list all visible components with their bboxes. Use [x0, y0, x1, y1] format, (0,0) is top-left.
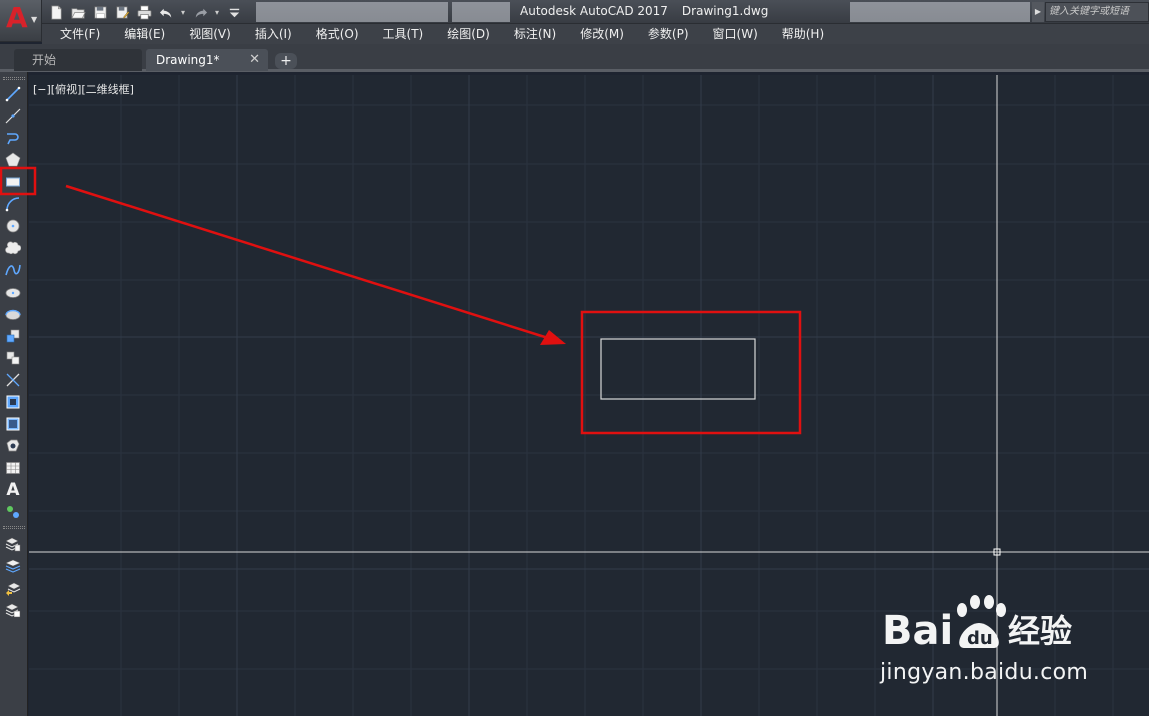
- window-title: Autodesk AutoCAD 2017 Drawing1.dwg: [520, 4, 768, 18]
- menu-parametric[interactable]: 参数(P): [636, 24, 701, 44]
- chevron-down-icon: ▼: [31, 15, 38, 24]
- toolbar-grip[interactable]: [3, 526, 25, 529]
- layer-previous-icon[interactable]: [3, 578, 23, 598]
- add-selected-icon[interactable]: [3, 502, 23, 522]
- quick-access-toolbar: ▾ ▾: [46, 2, 244, 22]
- table-icon[interactable]: [3, 458, 23, 478]
- insert-block-icon[interactable]: [3, 326, 23, 346]
- file-tab-strip: 开始 Drawing1* ✕ +: [0, 44, 1149, 72]
- menu-dimension[interactable]: 标注(N): [502, 24, 568, 44]
- customize-icon[interactable]: [224, 2, 244, 22]
- blurred-browser-tab: [452, 2, 510, 22]
- circle-icon[interactable]: [3, 216, 23, 236]
- watermark-url: jingyan.baidu.com: [880, 660, 1089, 685]
- hatch-icon[interactable]: [3, 392, 23, 412]
- menu-view[interactable]: 视图(V): [177, 24, 243, 44]
- autocad-logo-icon: A: [6, 1, 28, 34]
- close-icon[interactable]: ✕: [249, 49, 260, 71]
- tab-drawing1[interactable]: Drawing1* ✕: [146, 49, 268, 71]
- tab-start-label: 开始: [32, 53, 57, 67]
- viewport-controls-label[interactable]: [−][俯视][二维线框]: [33, 81, 134, 97]
- redo-dropdown-icon[interactable]: ▾: [212, 8, 222, 17]
- menu-tools[interactable]: 工具(T): [371, 24, 436, 44]
- layer-icon[interactable]: [3, 556, 23, 576]
- save-icon[interactable]: [90, 2, 110, 22]
- menu-modify[interactable]: 修改(M): [568, 24, 636, 44]
- menu-format[interactable]: 格式(O): [304, 24, 371, 44]
- drawn-rectangle[interactable]: [600, 338, 756, 400]
- menu-help[interactable]: 帮助(H): [770, 24, 836, 44]
- polygon-icon[interactable]: [3, 150, 23, 170]
- spline-icon[interactable]: [3, 260, 23, 280]
- svg-text:经验: 经验: [1008, 612, 1072, 650]
- polyline-icon[interactable]: [3, 128, 23, 148]
- undo-dropdown-icon[interactable]: ▾: [178, 8, 188, 17]
- search-input[interactable]: 键入关键字或短语: [1045, 2, 1149, 22]
- menu-file[interactable]: 文件(F): [48, 24, 112, 44]
- layer-properties-icon[interactable]: [3, 534, 23, 554]
- baidu-logo-icon: Bai 经验 du: [882, 595, 1072, 652]
- blurred-browser-tab: [256, 2, 448, 22]
- new-tab-button[interactable]: +: [275, 53, 297, 69]
- menu-edit[interactable]: 编辑(E): [112, 24, 177, 44]
- menu-insert[interactable]: 插入(I): [243, 24, 304, 44]
- rectangle-icon[interactable]: [3, 172, 23, 192]
- draw-toolbar: A: [0, 72, 28, 716]
- new-icon[interactable]: [46, 2, 66, 22]
- app-name: Autodesk AutoCAD 2017: [520, 4, 668, 18]
- search-expand-icon[interactable]: ▶: [1032, 2, 1044, 22]
- svg-text:Bai: Bai: [882, 608, 953, 652]
- toolbar-grip[interactable]: [3, 77, 25, 80]
- point-icon[interactable]: [3, 370, 23, 390]
- line-icon[interactable]: [3, 84, 23, 104]
- tab-drawing1-label: Drawing1*: [156, 53, 220, 67]
- svg-text:du: du: [967, 628, 993, 649]
- save-as-icon[interactable]: [112, 2, 132, 22]
- menu-bar: 文件(F) 编辑(E) 视图(V) 插入(I) 格式(O) 工具(T) 绘图(D…: [42, 24, 1149, 44]
- construction-line-icon[interactable]: [3, 106, 23, 126]
- gradient-icon[interactable]: [3, 414, 23, 434]
- ellipse-icon[interactable]: [3, 282, 23, 302]
- redo-icon[interactable]: [190, 2, 210, 22]
- undo-icon[interactable]: [156, 2, 176, 22]
- open-icon[interactable]: [68, 2, 88, 22]
- menu-draw[interactable]: 绘图(D): [435, 24, 502, 44]
- baidu-jingyan-watermark: Bai 经验 du jingyan.baidu.com: [880, 592, 1110, 692]
- layer-states-icon[interactable]: [3, 600, 23, 620]
- blurred-browser-tab: [850, 2, 1030, 22]
- ellipse-arc-icon[interactable]: [3, 304, 23, 324]
- revision-cloud-icon[interactable]: [3, 238, 23, 258]
- title-bar: ▾ ▾ Autodesk AutoCAD 2017 Drawing1.dwg ▶ …: [0, 0, 1149, 24]
- application-button[interactable]: A ▼: [0, 0, 42, 42]
- region-icon[interactable]: [3, 436, 23, 456]
- arc-icon[interactable]: [3, 194, 23, 214]
- print-icon[interactable]: [134, 2, 154, 22]
- menu-window[interactable]: 窗口(W): [701, 24, 770, 44]
- make-block-icon[interactable]: [3, 348, 23, 368]
- multiline-text-icon[interactable]: A: [3, 480, 23, 500]
- tab-start[interactable]: 开始: [14, 49, 142, 71]
- file-name: Drawing1.dwg: [681, 4, 769, 18]
